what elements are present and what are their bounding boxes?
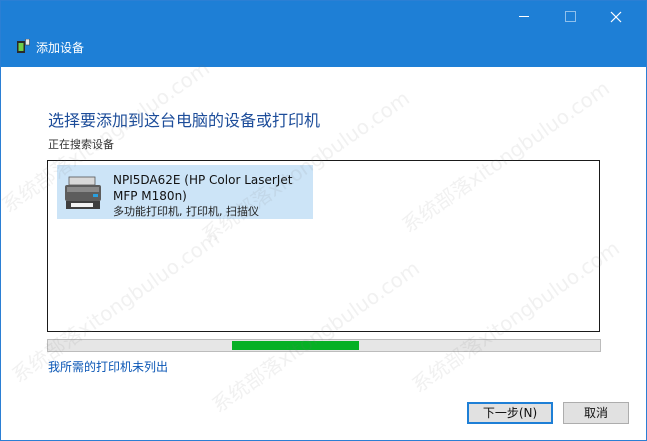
search-status: 正在搜索设备 <box>48 138 114 151</box>
device-name: NPI5DA62E (HP Color LaserJet MFP M180n) <box>113 173 293 203</box>
window-title: 添加设备 <box>36 41 85 55</box>
device-type: 多功能打印机, 打印机, 扫描仪 <box>113 205 259 218</box>
maximize-button <box>547 1 593 33</box>
title-bar[interactable]: 添加设备 <box>1 1 646 67</box>
add-device-window: 添加设备 选择要添加到这台电脑的设备或打印机 正在搜索设备 NPI5DA62E … <box>0 0 647 441</box>
close-icon <box>610 11 622 23</box>
device-app-icon <box>17 39 30 53</box>
close-button[interactable] <box>593 1 639 33</box>
maximize-icon <box>565 11 576 22</box>
device-list[interactable]: NPI5DA62E (HP Color LaserJet MFP M180n) … <box>47 160 600 332</box>
printer-icon <box>65 176 101 209</box>
search-progress-bar <box>47 339 601 352</box>
minimize-button[interactable] <box>501 1 547 33</box>
page-heading: 选择要添加到这台电脑的设备或打印机 <box>48 111 321 130</box>
next-button[interactable]: 下一步(N) <box>467 402 553 424</box>
minimize-icon <box>519 16 529 17</box>
progress-fill <box>232 341 359 350</box>
cancel-button[interactable]: 取消 <box>563 402 629 424</box>
device-list-item[interactable]: NPI5DA62E (HP Color LaserJet MFP M180n) … <box>57 165 313 219</box>
printer-not-listed-link[interactable]: 我所需的打印机未列出 <box>48 358 168 375</box>
